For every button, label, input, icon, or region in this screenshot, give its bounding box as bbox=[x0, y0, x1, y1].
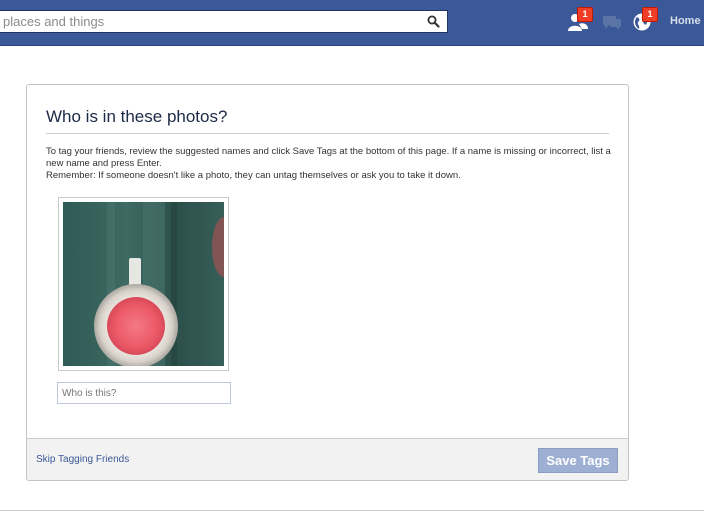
instruction-text: To tag your friends, review the suggeste… bbox=[46, 146, 611, 169]
friend-requests-badge: 1 bbox=[577, 7, 593, 22]
home-link[interactable]: Home bbox=[670, 15, 701, 27]
tagging-instructions: To tag your friends, review the suggeste… bbox=[46, 146, 616, 182]
reminder-text: Remember: If someone doesn't like a phot… bbox=[46, 170, 461, 181]
search-icon[interactable] bbox=[419, 11, 447, 32]
skip-tagging-link[interactable]: Skip Tagging Friends bbox=[36, 454, 129, 465]
top-bar: 1 1 Home bbox=[0, 0, 704, 46]
dialog-title: Who is in these photos? bbox=[46, 107, 609, 134]
photo-thumbnail bbox=[58, 197, 229, 371]
save-tags-button[interactable]: Save Tags bbox=[538, 448, 618, 473]
messages-icon bbox=[601, 16, 623, 36]
photo-image bbox=[63, 202, 224, 366]
page-footer bbox=[0, 510, 704, 529]
notifications-badge: 1 bbox=[642, 7, 658, 22]
search-box bbox=[0, 10, 448, 33]
search-input[interactable] bbox=[0, 11, 423, 32]
messages-jewel[interactable] bbox=[601, 12, 623, 34]
notifications-jewel[interactable]: 1 bbox=[632, 7, 658, 34]
friend-requests-jewel[interactable]: 1 bbox=[567, 7, 593, 34]
tag-photos-dialog: Who is in these photos? To tag your frie… bbox=[26, 84, 629, 481]
dialog-footer: Skip Tagging Friends Save Tags bbox=[27, 438, 628, 480]
tag-name-input[interactable] bbox=[57, 382, 231, 404]
